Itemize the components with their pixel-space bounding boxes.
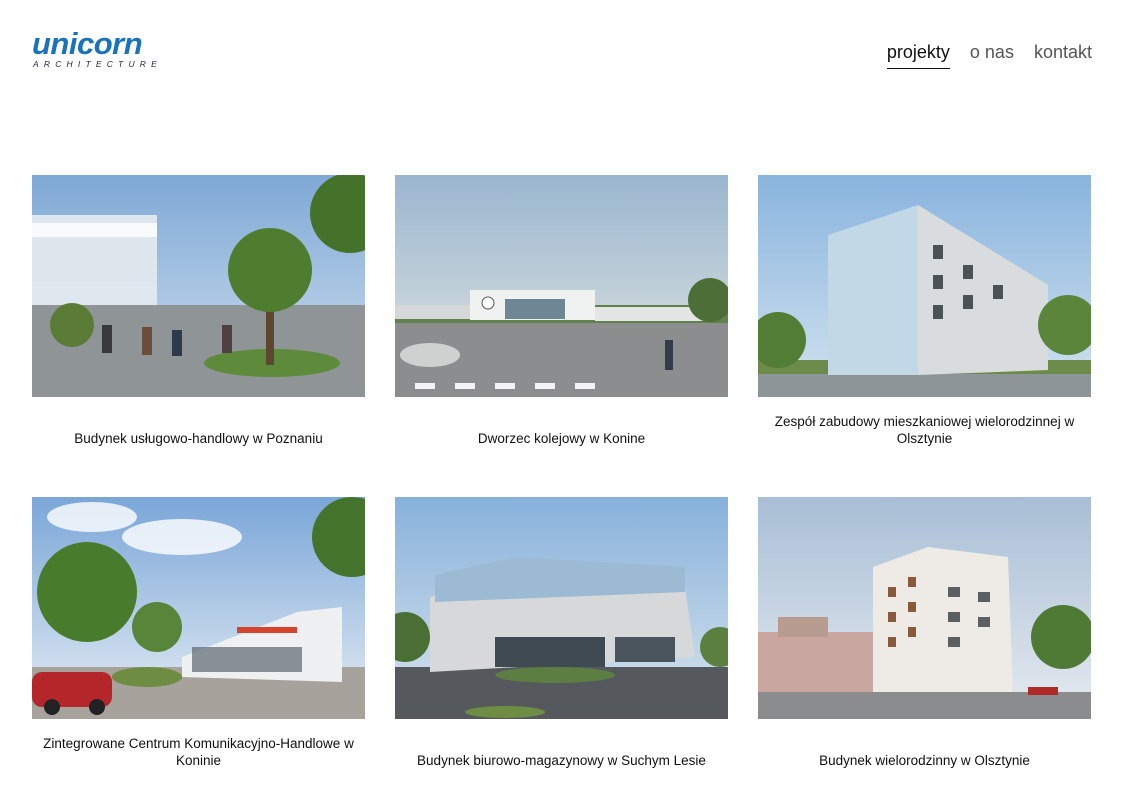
nav-projekty[interactable]: projekty [886,40,950,69]
project-title[interactable]: Dworzec kolejowy w Konine [395,430,728,447]
project-title[interactable]: Budynek biurowo-magazynowy w Suchym Lesi… [395,752,728,769]
project-image[interactable] [32,497,365,719]
project-image[interactable] [32,175,365,397]
project-image[interactable] [395,175,728,397]
project-image[interactable] [758,497,1091,719]
project-card[interactable]: Zintegrowane Centrum Komunikacyjno-Handl… [32,497,365,768]
nav-o-nas[interactable]: o nas [970,40,1014,69]
project-image[interactable] [395,497,728,719]
main-nav: projekty o nas kontakt [886,40,1092,69]
project-card[interactable]: Budynek biurowo-magazynowy w Suchym Lesi… [395,497,728,768]
project-title[interactable]: Zespół zabudowy mieszkaniowej wielorodzi… [758,413,1091,447]
project-title[interactable]: Zintegrowane Centrum Komunikacyjno-Handl… [32,735,365,769]
project-card[interactable]: Budynek wielorodzinny w Olsztynie [758,497,1091,768]
project-title[interactable]: Budynek usługowo-handlowy w Poznaniu [32,430,365,447]
project-card[interactable]: Zespół zabudowy mieszkaniowej wielorodzi… [758,175,1091,446]
project-card[interactable]: Dworzec kolejowy w Konine [395,175,728,446]
logo-subtitle: ARCHITECTURE [33,59,162,69]
nav-kontakt[interactable]: kontakt [1034,40,1092,69]
project-title[interactable]: Budynek wielorodzinny w Olsztynie [758,752,1091,769]
project-card[interactable]: Budynek usługowo-handlowy w Poznaniu [32,175,365,446]
project-image[interactable] [758,175,1091,397]
logo-wordmark: unicorn [32,26,143,61]
logo[interactable]: unicorn ARCHITECTURE [32,26,164,72]
